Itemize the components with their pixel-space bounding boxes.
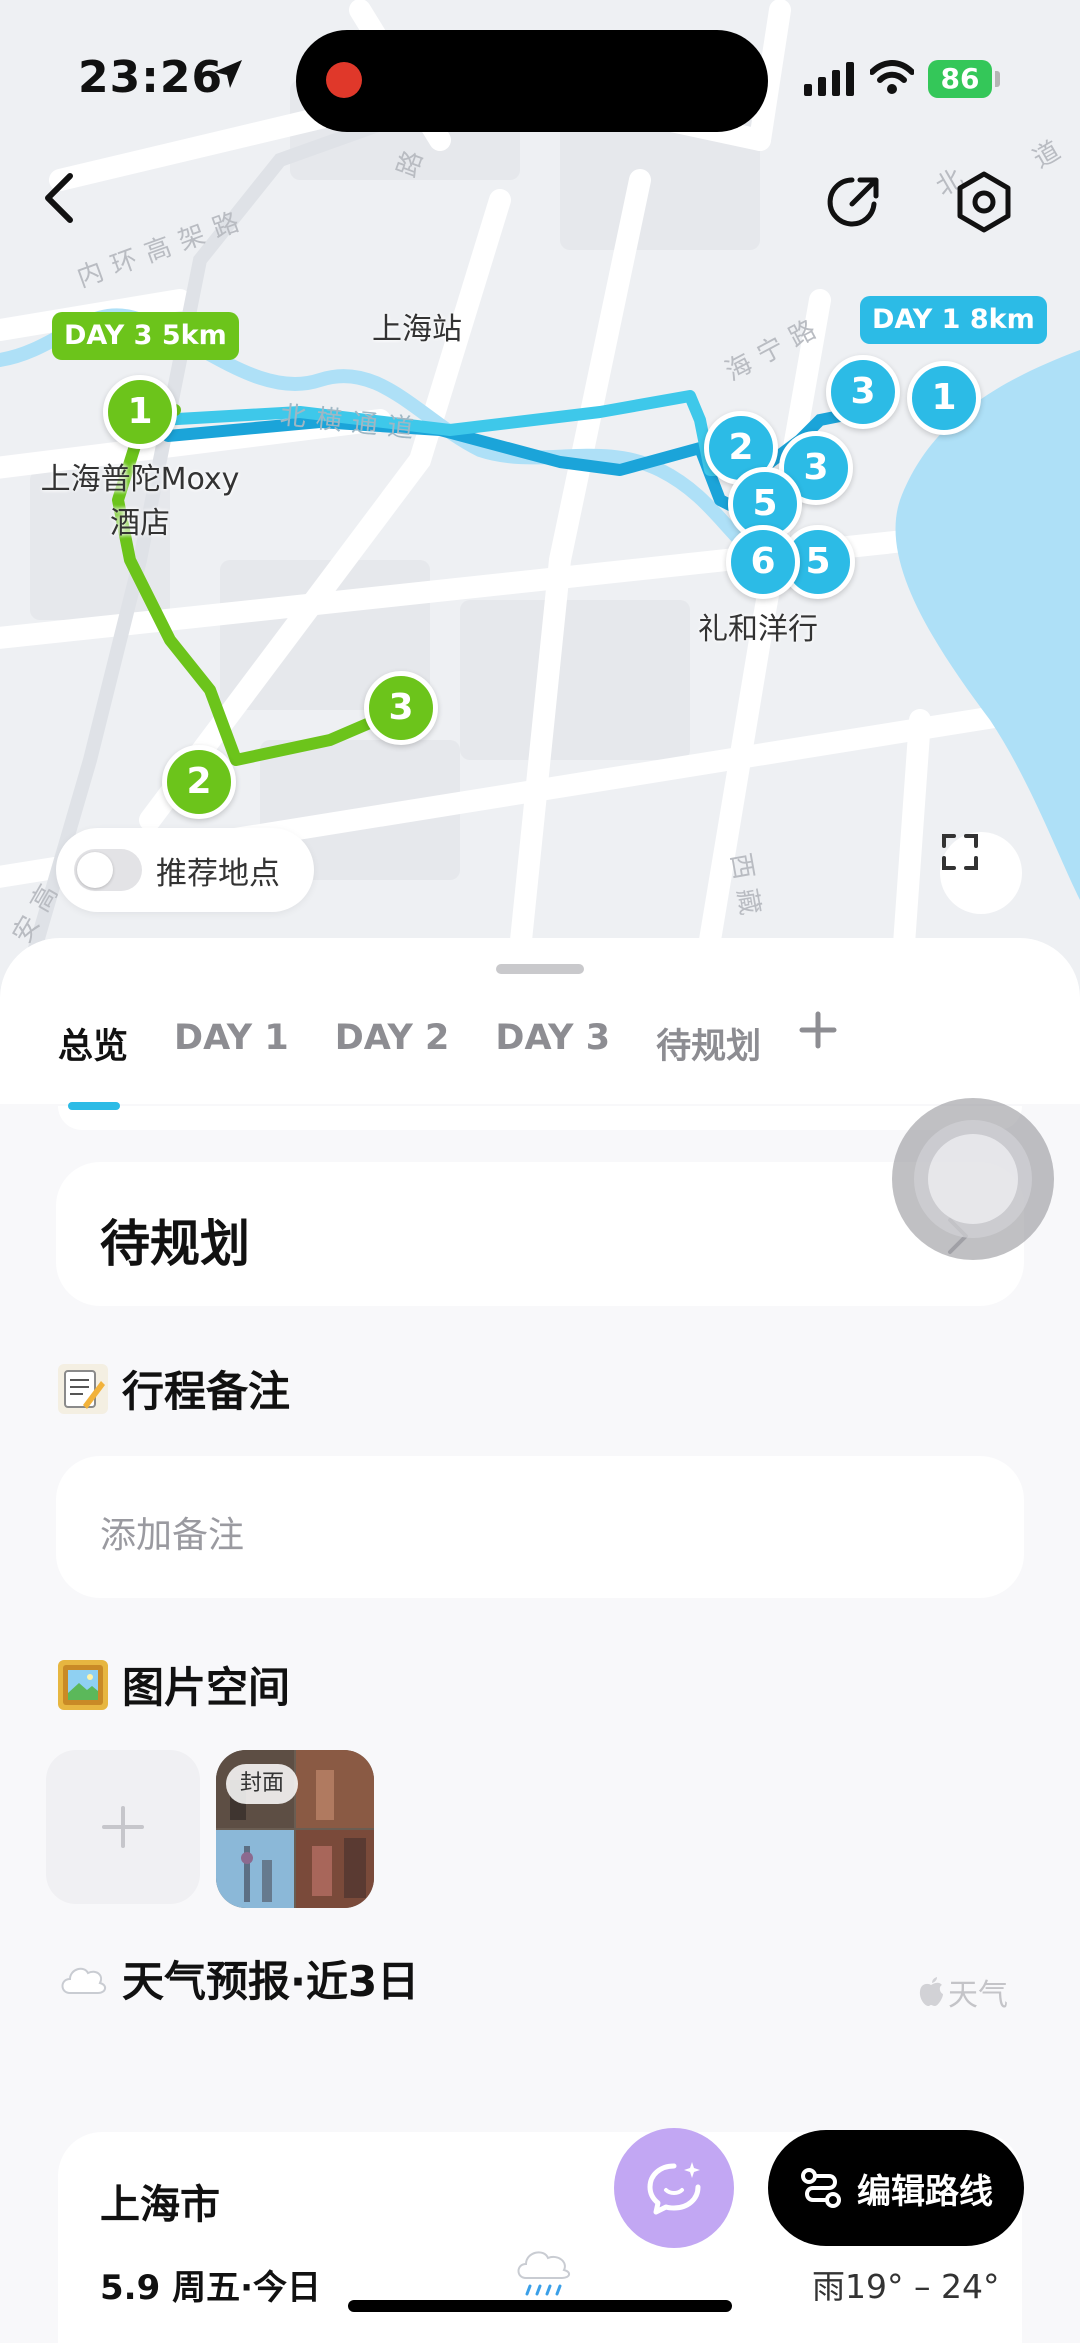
notes-section-title: 行程备注 — [58, 1358, 290, 1419]
back-arrow-icon[interactable] — [40, 170, 116, 246]
framed-picture-icon — [58, 1659, 108, 1710]
day-color-indicator — [68, 1102, 120, 1110]
fullscreen-button[interactable] — [940, 832, 1022, 914]
assistive-touch-core — [928, 1134, 1018, 1224]
weather-date: 5.9 周五·今日 — [100, 2268, 321, 2308]
share-icon[interactable] — [822, 170, 898, 246]
tab-day1[interactable]: DAY 1 — [174, 1018, 289, 1069]
status-time: 23:26 — [78, 52, 224, 103]
plus-icon — [102, 1806, 144, 1848]
day1-distance-tag[interactable]: DAY 1 8km — [860, 296, 1047, 344]
weather-city: 上海市 — [100, 2182, 220, 2228]
place-label-hotel[interactable]: 上海普陀Moxy 酒店 — [30, 458, 250, 546]
recommend-places-toggle[interactable]: 推荐地点 — [56, 828, 314, 912]
status-bar: 23:26 86 — [0, 0, 1080, 150]
weather-title: 天气预报·近3日 — [122, 1957, 420, 2006]
unplanned-title: 待规划 — [100, 1215, 250, 1273]
fullscreen-icon — [942, 834, 978, 870]
map-pin-day3[interactable]: 2 — [162, 745, 236, 819]
assistive-touch-button[interactable] — [892, 1098, 1054, 1260]
ai-chat-sparkle-icon — [647, 2162, 701, 2215]
notes-title: 行程备注 — [122, 1367, 291, 1416]
notes-card[interactable]: 添加备注 — [56, 1456, 1024, 1598]
photos-title: 图片空间 — [122, 1663, 291, 1712]
apple-weather-brand: 天气 — [918, 1970, 1008, 2014]
weather-temperature: 雨19° – 24° — [812, 2267, 1000, 2306]
memo-icon — [58, 1363, 108, 1414]
home-indicator[interactable] — [348, 2300, 732, 2312]
recommend-places-label: 推荐地点 — [156, 856, 280, 892]
day3-distance-tag[interactable]: DAY 3 5km — [52, 312, 239, 360]
cover-badge: 封面 — [226, 1764, 299, 1804]
dynamic-island — [296, 30, 768, 132]
place-label-hotel-line2: 酒店 — [110, 506, 170, 541]
battery-level: 86 — [928, 60, 992, 98]
route-map[interactable]: 内环高架路 海宁路 北横通道 西藏 安高 路 北 道 上海站 上海普陀Moxy … — [0, 0, 1080, 1000]
cloud-icon — [58, 1954, 108, 2004]
map-pin-day3[interactable]: 1 — [103, 375, 177, 449]
tab-day2[interactable]: DAY 2 — [335, 1018, 450, 1069]
place-label-lihe: 礼和洋行 — [698, 612, 818, 647]
map-pin-day1[interactable]: 1 — [907, 361, 981, 435]
settings-hexagon-icon[interactable] — [954, 170, 1030, 246]
apple-logo-icon — [919, 1977, 943, 2006]
day-tabs: 总览 DAY 1 DAY 2 DAY 3 待规划 — [58, 1018, 761, 1069]
rain-cloud-icon — [517, 2251, 570, 2296]
wifi-icon — [870, 60, 914, 94]
edit-route-label: 编辑路线 — [857, 2171, 993, 2212]
add-day-icon[interactable] — [796, 1008, 840, 1052]
toggle-switch[interactable] — [74, 849, 142, 891]
ai-assistant-button[interactable] — [614, 2128, 734, 2248]
cover-photo-thumbnail[interactable]: 封面 — [216, 1750, 374, 1908]
place-label-shanghai-station: 上海站 — [372, 312, 462, 347]
edit-route-button[interactable]: 编辑路线 — [768, 2130, 1024, 2246]
notes-input-placeholder[interactable]: 添加备注 — [100, 1506, 244, 1558]
previous-card-edge — [58, 1106, 1022, 1130]
battery-cap — [995, 71, 1000, 87]
tab-day3[interactable]: DAY 3 — [495, 1018, 610, 1069]
weather-brand-label: 天气 — [948, 1978, 1008, 2013]
cellular-signal-icon — [804, 62, 854, 96]
add-photo-button[interactable] — [46, 1750, 200, 1904]
unplanned-card[interactable]: 待规划 — [56, 1162, 1024, 1306]
tab-overview[interactable]: 总览 — [58, 1018, 128, 1069]
route-icon — [801, 2168, 841, 2208]
place-label-hotel-line1: 上海普陀Moxy — [40, 462, 240, 497]
recording-indicator — [326, 62, 362, 98]
tab-unplanned[interactable]: 待规划 — [656, 1018, 761, 1069]
map-pin-day1[interactable]: 6 — [726, 525, 800, 599]
toggle-knob — [77, 852, 113, 888]
sheet-header: 总览 DAY 1 DAY 2 DAY 3 待规划 — [0, 938, 1080, 1104]
map-pin-day1[interactable]: 3 — [826, 355, 900, 429]
sheet-grabber[interactable] — [496, 964, 584, 974]
location-arrow-icon — [214, 60, 242, 88]
map-pin-day3[interactable]: 3 — [364, 671, 438, 745]
photos-section-title: 图片空间 — [58, 1654, 290, 1715]
weather-section-title: 天气预报·近3日 — [58, 1948, 419, 2009]
